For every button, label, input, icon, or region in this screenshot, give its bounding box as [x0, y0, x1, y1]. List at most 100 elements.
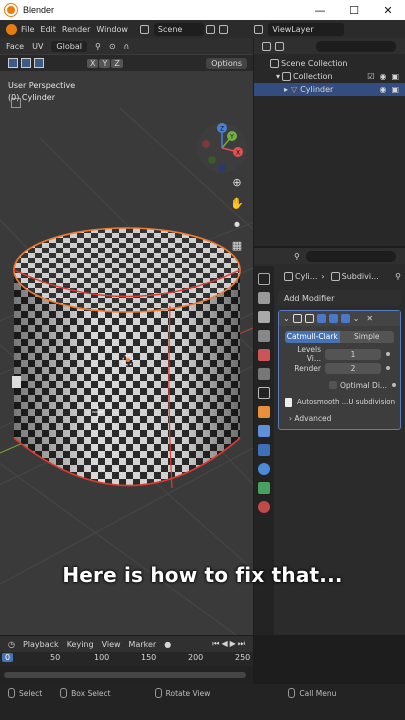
scene-selector[interactable]: Scene	[138, 22, 230, 36]
perspective-grid-icon[interactable]: ▦	[230, 239, 244, 253]
scene-tab-icon[interactable]	[258, 349, 270, 361]
render-tab-icon[interactable]	[258, 292, 270, 304]
keying-menu[interactable]: Keying	[67, 640, 94, 649]
dropdown-icon[interactable]: ⌄	[353, 314, 360, 323]
current-frame-indicator[interactable]: 0	[2, 653, 14, 662]
collection-icon	[282, 72, 292, 81]
mirror-y-toggle[interactable]: Y	[99, 58, 111, 68]
close-button[interactable]: ✕	[371, 4, 405, 17]
keyframe-dot-icon[interactable]	[386, 366, 390, 370]
pivot-icon[interactable]: ⚲	[95, 42, 101, 51]
tool-cursor-icon[interactable]	[12, 376, 21, 388]
mirror-x-toggle[interactable]: X	[87, 58, 99, 68]
add-modifier-button[interactable]: Add Modifier	[278, 290, 401, 306]
cylinder-mesh	[13, 227, 241, 489]
navigation-gizmo[interactable]: X Y Z	[196, 122, 250, 176]
render-toggle-icon[interactable]	[340, 314, 350, 323]
collapse-arrow-icon[interactable]: ⌄	[283, 314, 290, 323]
viewlayer-field[interactable]: ViewLayer	[268, 22, 344, 36]
tool-tab-icon[interactable]	[258, 273, 270, 285]
pin-icon[interactable]: ⚲	[395, 272, 401, 281]
camera-icon[interactable]: ⏺	[230, 218, 244, 232]
cage-toggle-icon[interactable]	[316, 314, 326, 323]
camera-render-icon[interactable]: ▣	[391, 85, 399, 94]
viewlayer-selector[interactable]: ViewLayer	[252, 22, 344, 36]
keyframe-dot-icon[interactable]	[386, 352, 390, 356]
select-extend-icon[interactable]	[21, 58, 31, 68]
frame-ruler[interactable]: 0 50 100 150 200 250	[0, 652, 253, 666]
outliner-row-collection[interactable]: ▾ Collection ☑ ◉ ▣	[254, 70, 405, 83]
delete-modifier-icon[interactable]: ✕	[366, 314, 373, 323]
world-tab-icon[interactable]	[258, 368, 270, 380]
viewport-toggle-icon[interactable]	[328, 314, 338, 323]
zoom-icon[interactable]: ⊕	[230, 176, 244, 190]
proportional-edit-icon[interactable]: ∩	[124, 42, 130, 51]
expand-arrow-icon[interactable]: ▸	[284, 85, 288, 94]
view-layer-tab-icon[interactable]	[258, 330, 270, 342]
playback-controls[interactable]: ⏮◀▶⏭	[212, 639, 247, 649]
eye-icon[interactable]: ◉	[379, 85, 386, 94]
modifier-tab-icon[interactable]	[258, 425, 270, 437]
timeline-track[interactable]	[0, 666, 253, 684]
minimize-button[interactable]: —	[303, 4, 337, 17]
timeline-editor-icon[interactable]: ◷	[8, 640, 15, 649]
eye-icon[interactable]: ◉	[379, 72, 386, 81]
outliner-filter-icon[interactable]	[275, 41, 284, 51]
collection-tab-icon[interactable]	[258, 387, 270, 399]
timeline-scrollbar[interactable]	[4, 672, 246, 678]
outliner-search-input[interactable]	[316, 40, 396, 52]
mirror-z-toggle[interactable]: Z	[111, 58, 123, 68]
edit-mode-toggle-icon[interactable]	[304, 314, 314, 323]
chevron-right-icon: ›	[289, 414, 292, 423]
maximize-button[interactable]: ☐	[337, 4, 371, 17]
checkbox-icon[interactable]: ☑	[367, 72, 374, 81]
output-tab-icon[interactable]	[258, 311, 270, 323]
scene-field[interactable]: Scene	[153, 22, 205, 36]
snap-icon[interactable]: ⊙	[109, 42, 116, 51]
select-mode-dropdown[interactable]: Face	[6, 42, 24, 51]
transform-orientation-dropdown[interactable]: Global	[51, 40, 87, 52]
outliner-row-label: Collection	[293, 72, 333, 81]
camera-render-icon[interactable]: ▣	[391, 72, 399, 81]
properties-header: ⚲	[254, 248, 405, 264]
options-dropdown[interactable]: Options	[206, 57, 247, 69]
active-object-name: (0) Cylinder	[8, 93, 55, 102]
svg-text:X: X	[236, 150, 240, 157]
pan-hand-icon[interactable]: ✋	[230, 197, 244, 211]
outliner-row-scene-collection[interactable]: Scene Collection	[254, 57, 405, 70]
copy-scene-icon[interactable]	[206, 24, 216, 34]
physics-tab-icon[interactable]	[258, 463, 270, 475]
window-controls: — ☐ ✕	[303, 4, 405, 17]
properties-search-input[interactable]	[305, 250, 396, 262]
select-subtract-icon[interactable]	[34, 58, 44, 68]
playback-menu[interactable]: Playback	[23, 640, 59, 649]
3d-viewport[interactable]: Face UV Global ⚲ ⊙ ∩ X Y Z Options User …	[0, 38, 253, 635]
uv-menu[interactable]: UV	[32, 42, 43, 51]
record-icon[interactable]: ●	[164, 640, 171, 649]
levels-viewport-field[interactable]: 1	[325, 348, 381, 360]
menu-file[interactable]: File	[21, 25, 40, 34]
keyframe-dot-icon[interactable]	[392, 383, 397, 387]
view-menu[interactable]: View	[102, 640, 121, 649]
delete-scene-icon[interactable]	[219, 24, 229, 34]
advanced-subpanel[interactable]: › Advanced	[279, 414, 400, 423]
menu-edit[interactable]: Edit	[40, 25, 62, 34]
catmull-clark-option[interactable]: Catmull-Clark	[285, 331, 340, 343]
data-tab-icon[interactable]	[258, 482, 270, 494]
outliner-row-cylinder[interactable]: ▸ ▽ Cylinder ◉ ▣	[254, 83, 405, 96]
simple-option[interactable]: Simple	[339, 331, 394, 343]
blender-menu-icon[interactable]	[6, 23, 17, 35]
mouse-right-icon	[288, 688, 296, 698]
object-tab-icon[interactable]	[258, 406, 270, 418]
menu-window[interactable]: Window	[96, 25, 134, 34]
render-levels-field[interactable]: 2	[325, 362, 381, 374]
select-tool-icon[interactable]	[8, 58, 18, 68]
marker-menu[interactable]: Marker	[129, 640, 157, 649]
particles-tab-icon[interactable]	[258, 444, 270, 456]
expand-arrow-icon[interactable]: ▾	[276, 72, 280, 81]
outliner-display-mode-icon[interactable]	[262, 41, 271, 51]
levels-viewport-row: Levels Vi... 1	[279, 345, 400, 363]
optimal-display-checkbox[interactable]	[329, 381, 337, 389]
menu-render[interactable]: Render	[62, 25, 96, 34]
material-tab-icon[interactable]	[258, 501, 270, 513]
